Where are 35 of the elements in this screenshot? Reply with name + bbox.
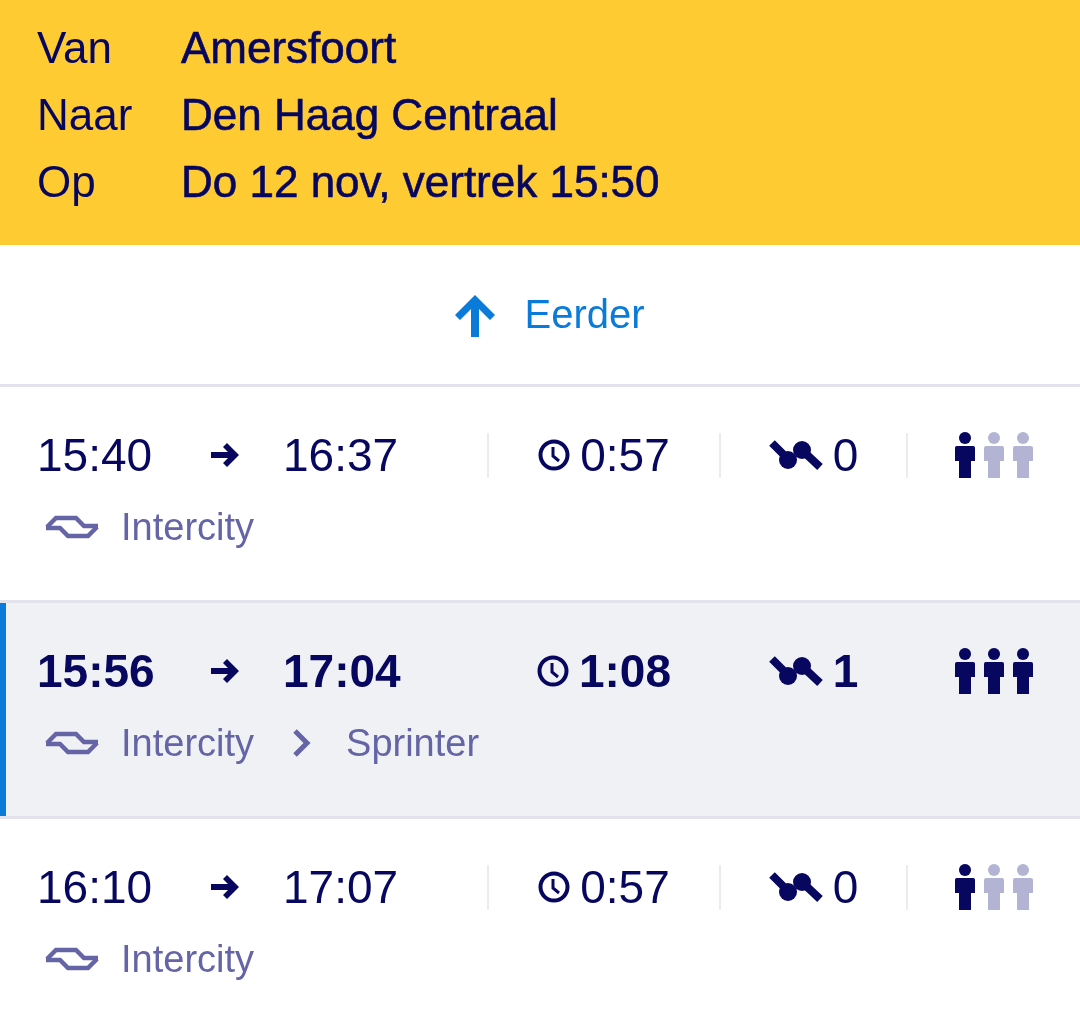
field-value: Do 12 nov, vertrek 15:50 <box>181 156 660 208</box>
arrival-time: 17:04 <box>283 644 401 698</box>
arrow-right-icon <box>210 875 240 899</box>
transfer-icon <box>768 872 823 902</box>
chevron-right-icon <box>291 728 313 758</box>
transfer-icon <box>768 440 823 470</box>
arrow-up-icon <box>453 292 498 337</box>
train-type: Sprinter <box>346 721 480 765</box>
field-value: Den Haag Centraal <box>181 89 558 141</box>
field-value: Amersfoort <box>181 22 397 74</box>
earlier-button[interactable]: Eerder <box>449 286 649 343</box>
transfer-icon <box>768 656 823 686</box>
field-label: Van <box>37 22 113 74</box>
duration-text: 0:57 <box>580 428 670 482</box>
clock-icon <box>538 439 571 471</box>
departure-time: 15:56 <box>37 644 155 698</box>
clock-icon <box>538 871 571 903</box>
arrival-time: 16:37 <box>283 428 399 482</box>
train-type: Intercity <box>121 721 255 765</box>
departure-time: 15:40 <box>37 428 153 482</box>
arrow-right-icon <box>210 443 240 467</box>
field-label: Op <box>37 156 96 208</box>
arrival-time: 17:07 <box>283 860 399 914</box>
transfer-count: 1 <box>832 644 859 698</box>
departure-time: 16:10 <box>37 860 153 914</box>
duration-text: 0:57 <box>580 860 670 914</box>
duration-text: 1:08 <box>578 644 672 698</box>
arrow-right-icon <box>210 659 240 683</box>
train-type: Intercity <box>121 505 255 549</box>
clock-icon <box>536 655 569 687</box>
train-type: Intercity <box>121 937 255 981</box>
transfer-count: 0 <box>832 428 859 482</box>
trip-row[interactable]: 15:56 17:04 1:08 1 Intercity Sprinter <box>0 603 1080 819</box>
field-label: Naar <box>37 89 133 141</box>
transfer-count: 0 <box>832 860 859 914</box>
